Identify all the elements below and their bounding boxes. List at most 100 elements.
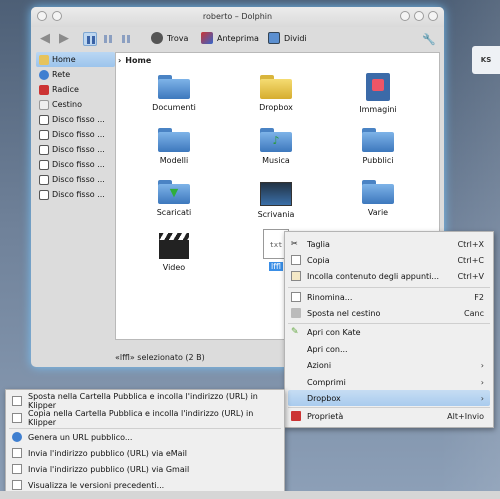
paste-icon xyxy=(291,271,301,281)
close-button[interactable] xyxy=(428,11,438,21)
copy-icon xyxy=(291,255,301,265)
file-item-immagini[interactable]: Immagini xyxy=(328,73,428,114)
disk-icon xyxy=(39,129,49,140)
taskbar xyxy=(0,491,500,499)
submenu-item-send-gmail[interactable]: Invia l'indirizzo pubblico (URL) via Gma… xyxy=(9,461,281,477)
compact-view-button[interactable] xyxy=(101,32,115,46)
sidebar-item-disk[interactable]: Disco fisso ... xyxy=(36,127,115,142)
folder-dropbox-icon xyxy=(260,75,292,99)
configure-wrench-icon[interactable]: 🔧 xyxy=(422,33,436,46)
preview-icon xyxy=(201,32,213,44)
mail-icon xyxy=(12,448,22,458)
breadcrumb[interactable]: › Home xyxy=(118,53,151,68)
file-label-lffl: lffl xyxy=(269,262,283,271)
file-item-documenti[interactable]: Documenti xyxy=(124,75,224,112)
submenu-item-copy-public[interactable]: Copia nella Cartella Pubblica e incolla … xyxy=(9,409,281,427)
rename-icon xyxy=(291,292,301,302)
file-item-scrivania[interactable]: Scrivania xyxy=(226,182,326,219)
submenu-arrow-icon: › xyxy=(480,377,484,387)
trash-icon xyxy=(291,308,301,318)
forward-arrow-icon[interactable]: ▶ xyxy=(56,31,72,47)
file-item-scaricati[interactable]: ▼ Scaricati xyxy=(124,180,224,217)
sidebar-item-disk[interactable]: Disco fisso ... xyxy=(36,172,115,187)
chevron-right-icon: › xyxy=(118,56,122,65)
menu-item-paste[interactable]: Incolla contenuto degli appunti... Ctrl+… xyxy=(288,268,490,284)
breadcrumb-home[interactable]: Home xyxy=(125,56,151,65)
window-title: roberto – Dolphin xyxy=(202,12,273,21)
split-view-icon xyxy=(268,32,280,44)
preview-button[interactable]: Anteprima xyxy=(201,32,259,44)
disk-icon xyxy=(39,174,49,185)
folder-video-icon xyxy=(159,233,189,259)
find-button[interactable]: Trova xyxy=(151,32,188,44)
menu-separator xyxy=(288,287,490,288)
file-item-modelli[interactable]: Modelli xyxy=(124,128,224,165)
status-bar: «lffl» selezionato (2 B) xyxy=(115,353,205,362)
disk-icon xyxy=(39,114,49,125)
menu-item-open-with[interactable]: Apri con... xyxy=(288,341,490,357)
menu-item-rename[interactable]: Rinomina... F2 xyxy=(288,289,490,305)
folder-templates-icon xyxy=(158,128,190,152)
disk-icon xyxy=(39,159,49,170)
copy-icon xyxy=(12,413,22,423)
icons-view-button[interactable] xyxy=(83,32,97,46)
cut-icon: ✂ xyxy=(291,239,298,248)
file-item-varie[interactable]: Varie xyxy=(328,180,428,217)
dropbox-submenu: Sposta nella Cartella Pubblica e incolla… xyxy=(5,389,285,496)
sidebar-item-home[interactable]: Home xyxy=(36,52,115,67)
globe-icon xyxy=(12,432,22,442)
folder-music-icon: ♪ xyxy=(260,128,292,152)
submenu-item-send-email[interactable]: Invia l'indirizzo pubblico (URL) via eMa… xyxy=(9,445,281,461)
submenu-arrow-icon: › xyxy=(480,393,484,403)
menu-item-dropbox[interactable]: Dropbox › xyxy=(288,390,490,406)
folder-pictures-icon xyxy=(366,73,390,101)
sidebar-item-root[interactable]: Radice xyxy=(36,82,115,97)
file-item-video[interactable]: Video xyxy=(124,233,224,272)
binoculars-icon xyxy=(151,32,163,44)
folder-documents-icon xyxy=(158,75,190,99)
move-icon xyxy=(12,396,22,406)
menu-item-trash[interactable]: Sposta nel cestino Canc xyxy=(288,305,490,321)
trash-icon xyxy=(39,99,49,110)
minimize-button[interactable] xyxy=(400,11,410,21)
folder-downloads-icon: ▼ xyxy=(158,180,190,204)
menu-item-properties[interactable]: Proprietà Alt+Invio xyxy=(288,408,490,424)
title-bar[interactable]: roberto – Dolphin xyxy=(31,7,444,27)
back-arrow-icon[interactable]: ◀ xyxy=(37,31,53,47)
properties-icon xyxy=(291,411,301,421)
file-item-dropbox[interactable]: Dropbox xyxy=(226,75,326,112)
sidebar-item-disk[interactable]: Disco fisso ... xyxy=(36,157,115,172)
submenu-item-generate-url[interactable]: Genera un URL pubblico... xyxy=(9,429,281,445)
menu-item-compress[interactable]: Comprimi › xyxy=(288,374,490,390)
sidebar-item-trash[interactable]: Cestino xyxy=(36,97,115,112)
folder-public-icon xyxy=(362,128,394,152)
maximize-button[interactable] xyxy=(414,11,424,21)
toolbar: ◀ ▶ Trova Anteprima Dividi 🔧 xyxy=(31,27,444,51)
home-icon xyxy=(39,54,49,65)
submenu-item-move-public[interactable]: Sposta nella Cartella Pubblica e incolla… xyxy=(9,392,281,410)
sidebar-item-disk[interactable]: Disco fisso ... xyxy=(36,187,115,202)
kate-icon: ✎ xyxy=(291,327,299,337)
sidebar-item-disk[interactable]: Disco fisso ... xyxy=(36,142,115,157)
preview-label: Anteprima xyxy=(217,33,259,43)
submenu-arrow-icon: › xyxy=(480,360,484,370)
file-item-musica[interactable]: ♪ Musica xyxy=(226,128,326,165)
menu-item-actions[interactable]: Azioni › xyxy=(288,357,490,373)
disk-icon xyxy=(39,189,49,200)
menu-item-copy[interactable]: Copia Ctrl+C xyxy=(288,252,490,268)
menu-item-open-kate[interactable]: ✎ Apri con Kate xyxy=(288,324,490,340)
folder-misc-icon xyxy=(362,180,394,204)
split-button[interactable]: Dividi xyxy=(268,32,307,44)
places-panel: Home Rete Radice Cestino Disco fisso ...… xyxy=(36,52,115,352)
sidebar-item-disk[interactable]: Disco fisso ... xyxy=(36,112,115,127)
details-view-button[interactable] xyxy=(119,32,133,46)
versions-icon xyxy=(12,480,22,490)
menu-item-cut[interactable]: ✂ Taglia Ctrl+X xyxy=(288,236,490,252)
sidebar-item-network[interactable]: Rete xyxy=(36,67,115,82)
split-label: Dividi xyxy=(284,33,307,43)
find-label: Trova xyxy=(167,33,189,43)
context-menu: ✂ Taglia Ctrl+X Copia Ctrl+C Incolla con… xyxy=(284,231,494,428)
file-item-pubblici[interactable]: Pubblici xyxy=(328,128,428,165)
network-icon xyxy=(39,69,49,80)
root-icon xyxy=(39,84,49,95)
